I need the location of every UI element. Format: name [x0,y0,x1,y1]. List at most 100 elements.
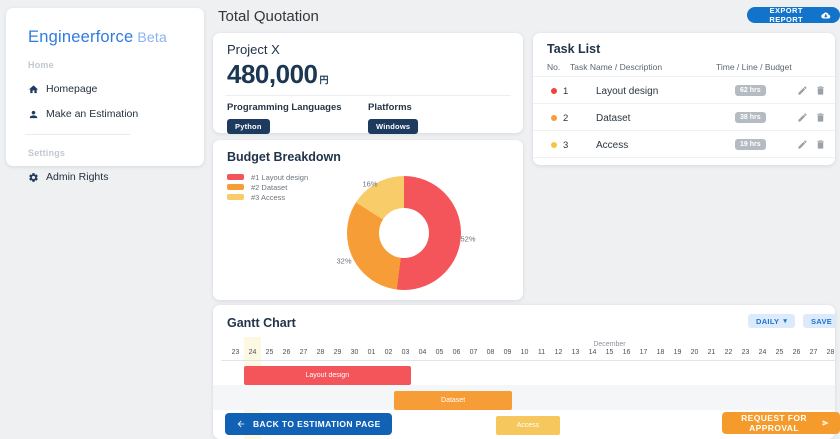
gantt-day-tick: 22 [720,349,737,356]
page: EngineerforceBeta Home Homepage Make an … [0,0,840,439]
gantt-day-tick: 12 [550,349,567,356]
trash-icon[interactable] [815,112,826,123]
donut-pct-label: 16% [362,180,377,189]
gantt-day-tick: 05 [431,349,448,356]
gantt-month-label: December [593,341,625,348]
gantt-day-tick: 21 [703,349,720,356]
trash-icon[interactable] [815,139,826,150]
page-title: Total Quotation [218,8,319,25]
legend-swatch [227,174,244,180]
gantt-day-tick: 25 [261,349,278,356]
table-row: 2 Dataset 38 hrs [533,104,835,131]
languages-label: Programming Languages [227,102,368,113]
gantt-row-band [213,385,835,410]
platform-badge: Windows [368,119,418,134]
gantt-bar-layout-design[interactable]: Layout design [244,366,411,385]
edit-pencil-icon[interactable] [797,112,808,123]
legend-label: #1 Layout design [251,173,308,182]
gantt-day-tick: 17 [635,349,652,356]
gantt-day-tick: 24 [244,349,261,356]
gantt-bar-label: Access [517,422,540,429]
task-list-title: Task List [533,42,835,56]
task-table-header: No. Task Name / Description Time / Line … [533,56,835,76]
sidebar-section-home: Home [28,60,204,70]
task-name: Access [596,140,628,151]
edit-pencil-icon[interactable] [797,85,808,96]
sidebar-item-label: Admin Rights [46,171,108,183]
legend-label: #3 Access [251,193,285,202]
export-report-button[interactable]: EXPORT REPORT [747,7,840,23]
divider [225,95,511,96]
gantt-day-tick: 16 [618,349,635,356]
brand-name: Engineerforce [28,28,133,46]
gantt-day-tick: 24 [754,349,771,356]
platforms-label: Platforms [368,102,509,113]
budget-breakdown-title: Budget Breakdown [227,150,509,164]
cloud-download-icon [821,11,831,20]
sidebar-section-settings: Settings [28,148,204,158]
budget-breakdown-card: Budget Breakdown #1 Layout design #2 Dat… [213,140,523,300]
gantt-day-tick: 06 [448,349,465,356]
gantt-day-tick: 07 [465,349,482,356]
project-total: 480,000円 [227,59,509,90]
trash-icon[interactable] [815,85,826,96]
currency-symbol: 円 [319,75,328,85]
gantt-day-tick: 27 [295,349,312,356]
task-name: Dataset [596,113,630,124]
legend-swatch [227,184,244,190]
arrow-left-icon [236,419,246,429]
gantt-day-tick: 01 [363,349,380,356]
donut-pct-label: 52% [460,235,475,244]
gantt-day-tick: 20 [686,349,703,356]
gantt-day-tick: 19 [669,349,686,356]
gantt-day-tick: 03 [397,349,414,356]
gantt-bar-label: Dataset [441,397,465,404]
daily-dropdown-button[interactable]: DAILY ▾ [748,314,795,328]
send-icon [822,418,829,428]
sidebar-item-homepage[interactable]: Homepage [28,83,204,95]
task-list-card: Task List No. Task Name / Description Ti… [533,33,835,165]
task-number: 3 [563,140,568,151]
column-header-name: Task Name / Description [570,62,662,72]
gantt-chart-title: Gantt Chart [227,316,296,330]
column-header-time: Time / Line / Budget [716,62,792,72]
gantt-day-tick: 02 [380,349,397,356]
sidebar-item-admin-rights[interactable]: Admin Rights [28,171,204,183]
table-row: 3 Access 19 hrs [533,131,835,158]
gantt-day-tick: 10 [516,349,533,356]
gantt-day-tick: 23 [737,349,754,356]
task-number: 1 [563,86,568,97]
gantt-day-tick: 11 [533,349,550,356]
task-number: 2 [563,113,568,124]
brand-beta-tag: Beta [137,29,167,45]
gantt-day-labels: 2324252627282930010203040506070809101112… [213,349,835,360]
gantt-bar-access[interactable]: Access [496,416,561,435]
task-time-badge: 19 hrs [735,139,766,150]
gantt-day-tick: 27 [805,349,822,356]
gantt-day-tick: 29 [329,349,346,356]
legend-swatch [227,194,244,200]
chevron-down-icon: ▾ [783,318,787,325]
task-time-badge: 62 hrs [735,85,766,96]
project-card: Project X 480,000円 Programming Languages… [213,33,523,133]
sidebar-item-make-estimation[interactable]: Make an Estimation [28,108,204,120]
gantt-day-tick: 28 [822,349,835,356]
gantt-day-tick: 15 [601,349,618,356]
project-name: Project X [227,42,509,57]
gantt-day-tick: 04 [414,349,431,356]
gantt-bar-label: Layout design [306,372,350,379]
export-report-label: EXPORT REPORT [756,6,816,24]
back-to-estimation-button[interactable]: BACK TO ESTIMATION PAGE [225,413,392,435]
brand[interactable]: EngineerforceBeta [28,28,204,47]
gantt-day-tick: 23 [227,349,244,356]
gantt-day-tick: 30 [346,349,363,356]
gantt-day-tick: 25 [771,349,788,356]
gantt-day-tick: 14 [584,349,601,356]
save-button[interactable]: SAVE [803,314,835,328]
request-for-approval-button[interactable]: REQUEST FOR APPROVAL [722,412,840,434]
back-button-label: BACK TO ESTIMATION PAGE [253,419,381,429]
gantt-day-tick: 13 [567,349,584,356]
gantt-day-tick: 09 [499,349,516,356]
gantt-bar-dataset[interactable]: Dataset [394,391,511,410]
edit-pencil-icon[interactable] [797,139,808,150]
